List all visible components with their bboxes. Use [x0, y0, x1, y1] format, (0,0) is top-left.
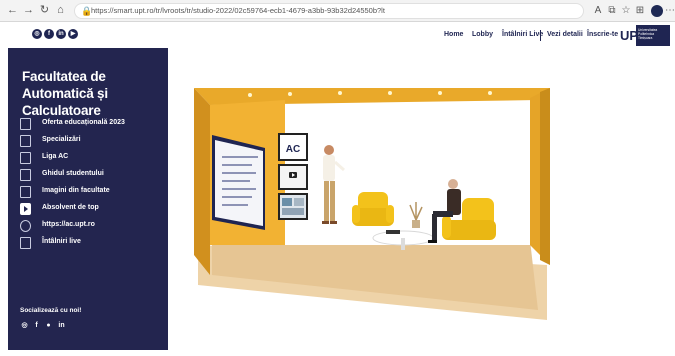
- ac-logo-screen[interactable]: AC: [278, 133, 308, 161]
- url-text: https://smart.upt.ro/tr/lvroots/tr/studi…: [91, 6, 385, 15]
- refresh-icon[interactable]: ↻: [38, 4, 51, 17]
- right-wall-edge: [540, 88, 550, 265]
- sidebar-item-label: Specializări: [42, 136, 81, 143]
- sidebar-item-label: https://ac.upt.ro: [42, 221, 95, 228]
- instagram-icon[interactable]: ◎: [32, 29, 42, 39]
- play-icon: [20, 203, 31, 215]
- facebook-icon[interactable]: f: [32, 321, 41, 330]
- collections-icon[interactable]: ⊞: [634, 5, 646, 17]
- back-icon[interactable]: ←: [6, 4, 19, 17]
- faculty-title: Facultatea de Automatică și Calculatoare: [22, 69, 108, 118]
- sidebar-item-label: Absolvent de top: [42, 204, 99, 211]
- address-bar[interactable]: 🔒 https://smart.upt.ro/tr/lvroots/tr/stu…: [74, 3, 584, 19]
- sidebar: Facultatea de Automatică și Calculatoare…: [8, 48, 168, 350]
- nav-live-meetings[interactable]: Întâlniri Live: [502, 31, 543, 38]
- extensions-icon[interactable]: ⧉: [606, 5, 618, 17]
- more-icon[interactable]: ⋯: [664, 5, 675, 17]
- favorites-icon[interactable]: ☆: [620, 5, 632, 17]
- linkedin-icon[interactable]: in: [57, 321, 66, 330]
- nav-details[interactable]: Vezi detalii: [547, 31, 583, 38]
- video-screen[interactable]: [278, 164, 308, 190]
- gallery-screen[interactable]: [278, 193, 308, 220]
- read-aloud-icon[interactable]: A: [592, 5, 604, 17]
- globe-icon: [20, 220, 31, 232]
- browser-toolbar: ← → ↻ ⌂ 🔒 https://smart.upt.ro/tr/lvroot…: [0, 0, 675, 22]
- home-icon[interactable]: ⌂: [54, 4, 67, 17]
- sidebar-item-label: Întâlniri live: [42, 238, 81, 245]
- sidebar-item-label: Imagini din facultate: [42, 187, 110, 194]
- nav-separator: [540, 30, 541, 41]
- linkedin-icon[interactable]: in: [56, 29, 66, 39]
- forward-icon[interactable]: →: [22, 4, 35, 17]
- social-heading: Socializează cu noi!: [20, 307, 82, 314]
- location-icon[interactable]: ●: [44, 321, 53, 330]
- profile-icon[interactable]: [651, 5, 663, 17]
- virtual-booth-scene[interactable]: AC: [190, 80, 560, 325]
- site-header: ◎ f in ▶ Home Lobby Întâlniri Live Vezi …: [0, 22, 675, 48]
- nav-lobby[interactable]: Lobby: [472, 31, 493, 38]
- upt-logo[interactable]: Universitatea Politehnica Timișoara: [636, 25, 670, 46]
- sidebar-item-label: Ghidul studentului: [42, 170, 104, 177]
- document-icon: [20, 152, 31, 164]
- nav-register[interactable]: Înscrie-te: [587, 31, 618, 38]
- image-icon: [20, 186, 31, 198]
- instagram-icon[interactable]: ◎: [20, 321, 29, 330]
- sidebar-item-label: Oferta educațională 2023: [42, 119, 125, 126]
- sidebar-item-label: Liga AC: [42, 153, 69, 160]
- document-icon: [20, 135, 31, 147]
- armchair-left: [352, 192, 394, 226]
- info-poster[interactable]: [212, 135, 265, 230]
- youtube-icon[interactable]: ▶: [68, 29, 78, 39]
- upt-logo-mark[interactable]: UP: [620, 25, 638, 46]
- document-icon: [20, 118, 31, 130]
- upt-logo-text: Universitatea Politehnica Timișoara: [638, 28, 658, 40]
- facebook-icon[interactable]: f: [44, 29, 54, 39]
- building-icon: [20, 237, 31, 249]
- left-wall-edge: [194, 88, 210, 275]
- nav-home[interactable]: Home: [444, 31, 463, 38]
- document-icon: [20, 169, 31, 181]
- screen-logo: AC: [286, 144, 300, 155]
